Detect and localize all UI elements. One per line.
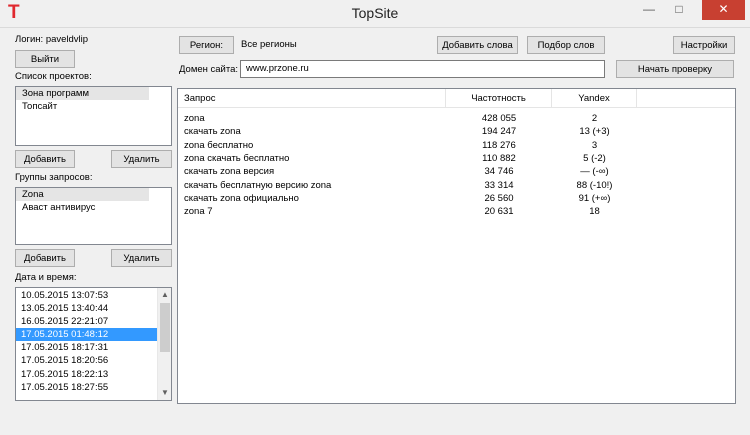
cell-query: zona скачать бесплатно: [184, 152, 290, 164]
cell-frequency: 20 631: [484, 206, 514, 218]
cell-yandex: 2: [591, 113, 598, 124]
maximize-icon[interactable]: □: [664, 0, 694, 20]
datetime-list-item[interactable]: 17.05.2015 18:17:31: [16, 341, 157, 354]
datetime-list-item[interactable]: 10.05.2015 13:07:53: [16, 289, 157, 302]
table-row[interactable]: zona бесплатно 118 276 3: [178, 139, 735, 152]
table-row[interactable]: скачать бесплатную версию zona 33 314 88 (…: [178, 179, 735, 192]
projects-title: Список проектов:: [15, 71, 92, 82]
cell-yandex: — (-∞): [580, 166, 609, 178]
cell-frequency: 428 055: [481, 113, 517, 124]
cell-frequency: 110 882: [482, 152, 516, 164]
cell-yandex: 5 (-2): [583, 152, 606, 164]
cell-frequency: 118 276: [482, 139, 516, 151]
add-group-button[interactable]: Добавить: [15, 249, 75, 267]
results-table[interactable]: Запрос Частотность Yandex zona 428 055 2 ск…: [177, 88, 736, 404]
title-divider: [0, 27, 750, 28]
datetime-title: Дата и время:: [15, 272, 77, 283]
settings-button[interactable]: Настройки: [673, 36, 735, 54]
datetime-list-item[interactable]: 17.05.2015 18:27:55: [16, 381, 157, 394]
minimize-icon[interactable]: —: [634, 0, 664, 20]
cell-query: скачать бесплатную версию zona: [184, 179, 332, 191]
groups-list[interactable]: Zona Аваст антивирус: [15, 187, 172, 245]
groups-title: Группы запросов:: [15, 172, 93, 183]
datetime-list-item[interactable]: 16.05.2015 22:21:07: [16, 315, 157, 328]
cell-query: zona: [184, 113, 205, 124]
table-row[interactable]: zona 428 055 2: [178, 112, 735, 125]
start-check-button[interactable]: Начать проверку: [616, 60, 734, 78]
region-value: Все регионы: [241, 39, 297, 50]
cell-query: скачать zona: [184, 126, 241, 138]
column-header-query[interactable]: Запрос: [178, 89, 446, 108]
title-bar: T TopSite — □ ✕: [0, 0, 750, 27]
logout-button[interactable]: Выйти: [15, 50, 75, 68]
region-button[interactable]: Регион:: [179, 36, 234, 54]
column-header-yandex[interactable]: Yandex: [552, 89, 637, 108]
project-list-item[interactable]: Зона программ: [16, 87, 149, 100]
close-icon[interactable]: ✕: [702, 0, 745, 20]
cell-yandex: 91 (+∞): [578, 192, 611, 204]
add-project-button[interactable]: Добавить: [15, 150, 75, 168]
project-list-item[interactable]: Топсайт: [16, 100, 171, 113]
table-row[interactable]: скачать zona версия 34 746 — (-∞): [178, 165, 735, 178]
add-words-button[interactable]: Добавить слова: [437, 36, 518, 54]
cell-yandex: 88 (-10!): [576, 179, 613, 191]
domain-label: Домен сайта:: [179, 64, 239, 75]
cell-query: zona 7: [184, 206, 213, 218]
delete-project-button[interactable]: Удалить: [111, 150, 172, 168]
datetime-scrollbar[interactable]: ▲ ▼: [157, 288, 171, 400]
login-label: Логин: paveldvlip: [15, 34, 89, 45]
cell-query: zona бесплатно: [184, 139, 254, 151]
scroll-down-icon[interactable]: ▼: [158, 386, 172, 400]
table-row[interactable]: скачать zona официально 26 560 91 (+∞): [178, 192, 735, 205]
datetime-list-item[interactable]: 17.05.2015 01:48:12: [16, 328, 157, 342]
group-list-item[interactable]: Аваст антивирус: [16, 201, 171, 214]
cell-frequency: 26 560: [484, 192, 514, 204]
group-list-item[interactable]: Zona: [16, 188, 149, 201]
table-row[interactable]: zona скачать бесплатно 110 882 5 (-2): [178, 152, 735, 165]
cell-query: скачать zona версия: [184, 166, 275, 178]
datetime-list-item[interactable]: 17.05.2015 18:22:13: [16, 368, 157, 381]
table-header: Запрос Частотность Yandex: [178, 89, 735, 108]
cell-frequency: 33 314: [484, 179, 514, 191]
datetime-list-item[interactable]: 13.05.2015 13:40:44: [16, 302, 157, 315]
table-row[interactable]: zona 7 20 631 18: [178, 205, 735, 218]
datetime-list[interactable]: 10.05.2015 13:07:53 13.05.2015 13:40:44 16…: [15, 287, 172, 401]
projects-list[interactable]: Зона программ Топсайт: [15, 86, 172, 146]
table-row[interactable]: скачать zona 194 247 13 (+3): [178, 125, 735, 138]
cell-yandex: 18: [589, 206, 600, 218]
domain-input[interactable]: www.przone.ru: [240, 60, 605, 78]
scroll-thumb[interactable]: [160, 303, 170, 352]
delete-group-button[interactable]: Удалить: [111, 249, 172, 267]
cell-yandex: 3: [591, 139, 598, 151]
cell-frequency: 34 746: [484, 166, 514, 178]
datetime-list-item[interactable]: 17.05.2015 18:20:56: [16, 354, 157, 367]
cell-query: скачать zona официально: [184, 192, 299, 204]
scroll-up-icon[interactable]: ▲: [158, 288, 172, 302]
cell-yandex: 13 (+3): [579, 126, 610, 138]
cell-frequency: 194 247: [481, 126, 517, 138]
select-words-button[interactable]: Подбор слов: [527, 36, 605, 54]
column-header-frequency[interactable]: Частотность: [446, 89, 552, 108]
